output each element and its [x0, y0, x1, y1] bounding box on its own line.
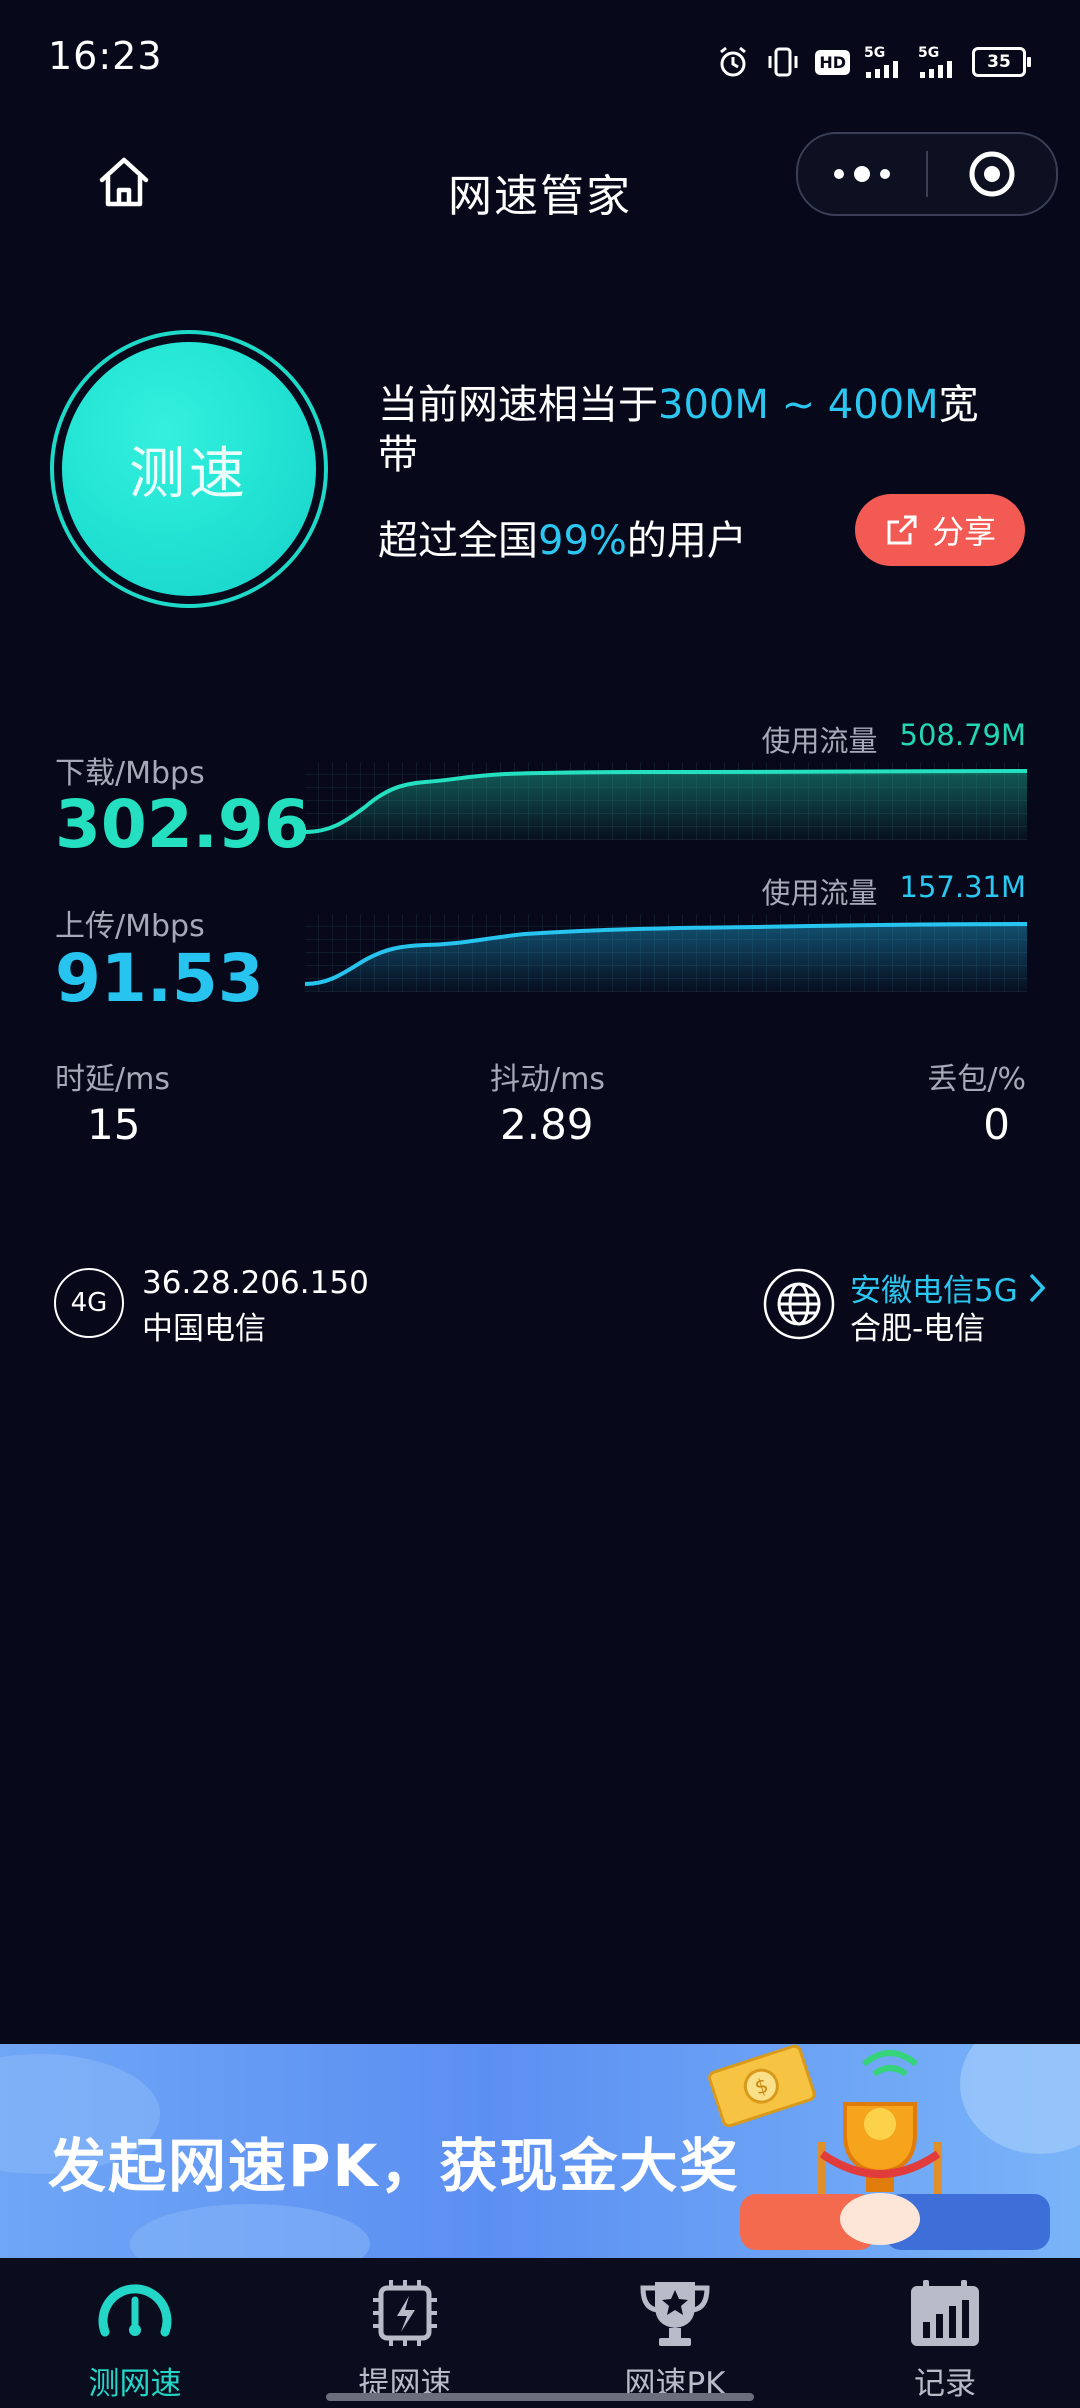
tab-speed-pk[interactable]: 网速PK — [595, 2276, 755, 2403]
download-speed-graph — [305, 762, 1027, 840]
upload-speed-graph — [305, 914, 1027, 992]
signal-icon: 5G — [918, 46, 958, 78]
upload-usage: 使用流量 157.31M — [761, 870, 1026, 912]
more-dots-icon — [834, 169, 844, 179]
battery-icon: 35 — [972, 47, 1031, 77]
download-usage: 使用流量 508.79M — [761, 718, 1026, 760]
tab-speed-test[interactable]: 测网速 — [55, 2276, 215, 2403]
cash-icon: $ — [708, 2044, 816, 2128]
status-time: 16:23 — [48, 34, 163, 78]
status-icons: HD 5G 5G 35 — [715, 40, 1031, 84]
chip-boost-icon — [373, 2280, 437, 2346]
rank-suffix: 的用户 — [626, 518, 747, 564]
rank-percent: 99% — [538, 518, 627, 564]
speedometer-icon — [98, 2284, 172, 2337]
vibrate-icon — [765, 44, 801, 80]
download-usage-value: 508.79M — [899, 718, 1027, 752]
download-speed-value: 302.96 — [55, 786, 310, 863]
tab-label: 记录 — [914, 2366, 976, 2402]
packet-loss-value: 0 — [983, 1100, 1010, 1149]
summary-prefix: 当前网速相当于 — [378, 382, 658, 428]
banner-text: 发起网速PK，获现金大奖 — [48, 2132, 740, 2200]
trophy-icon — [640, 2282, 710, 2346]
ip-address: 36.28.206.150 — [142, 1265, 369, 1301]
bottom-tab-bar: 测网速 提网速 网速PK 记录 — [0, 2258, 1080, 2408]
network-type: 5G — [918, 45, 940, 61]
more-button[interactable] — [798, 134, 926, 214]
upload-usage-label: 使用流量 — [761, 876, 878, 910]
rank-prefix: 超过全国 — [378, 518, 538, 564]
calendar-chart-icon — [911, 2280, 979, 2346]
latency-value: 15 — [87, 1100, 141, 1149]
network-type: 5G — [864, 45, 886, 61]
speed-test-button[interactable]: 测速 — [62, 342, 316, 596]
globe-icon — [763, 1268, 835, 1340]
latency-label: 时延/ms — [55, 1062, 170, 1097]
share-button[interactable]: 分享 — [855, 494, 1025, 566]
summary-bandwidth: 300M ~ 400M — [658, 382, 939, 428]
target-icon — [969, 151, 1015, 197]
download-usage-label: 使用流量 — [761, 724, 878, 758]
home-indicator[interactable] — [326, 2393, 754, 2401]
rank-summary: 超过全国99%的用户 — [378, 508, 747, 566]
mini-program-capsule — [796, 132, 1058, 216]
network-type-badge: 4G — [54, 1268, 124, 1338]
upload-speed-value: 91.53 — [55, 940, 264, 1017]
share-icon — [887, 515, 917, 545]
speed-summary: 当前网速相当于300M ~ 400M宽带 — [378, 380, 998, 480]
tab-records[interactable]: 记录 — [865, 2276, 1025, 2403]
battery-level: 35 — [987, 52, 1011, 72]
pk-promo-banner[interactable]: $ 发起网速PK，获现金大奖 — [0, 2044, 1080, 2258]
jitter-value: 2.89 — [500, 1100, 594, 1149]
server-location: 合肥-电信 — [850, 1311, 986, 1347]
signal-icon: 5G — [864, 46, 904, 78]
share-label: 分享 — [931, 513, 996, 551]
isp-name: 中国电信 — [142, 1311, 266, 1347]
tab-boost-speed[interactable]: 提网速 — [325, 2276, 485, 2403]
hd-icon: HD — [815, 49, 850, 75]
chevron-right-icon — [1029, 1273, 1046, 1302]
upload-usage-value: 157.31M — [899, 870, 1027, 904]
upload-label: 上传/Mbps — [55, 909, 205, 944]
close-button[interactable] — [928, 149, 1056, 199]
tab-label: 测网速 — [88, 2366, 182, 2402]
hd-label: HD — [815, 49, 850, 75]
jitter-label: 抖动/ms — [490, 1062, 605, 1097]
packet-loss-label: 丢包/% — [927, 1062, 1026, 1097]
alarm-icon — [715, 44, 751, 80]
